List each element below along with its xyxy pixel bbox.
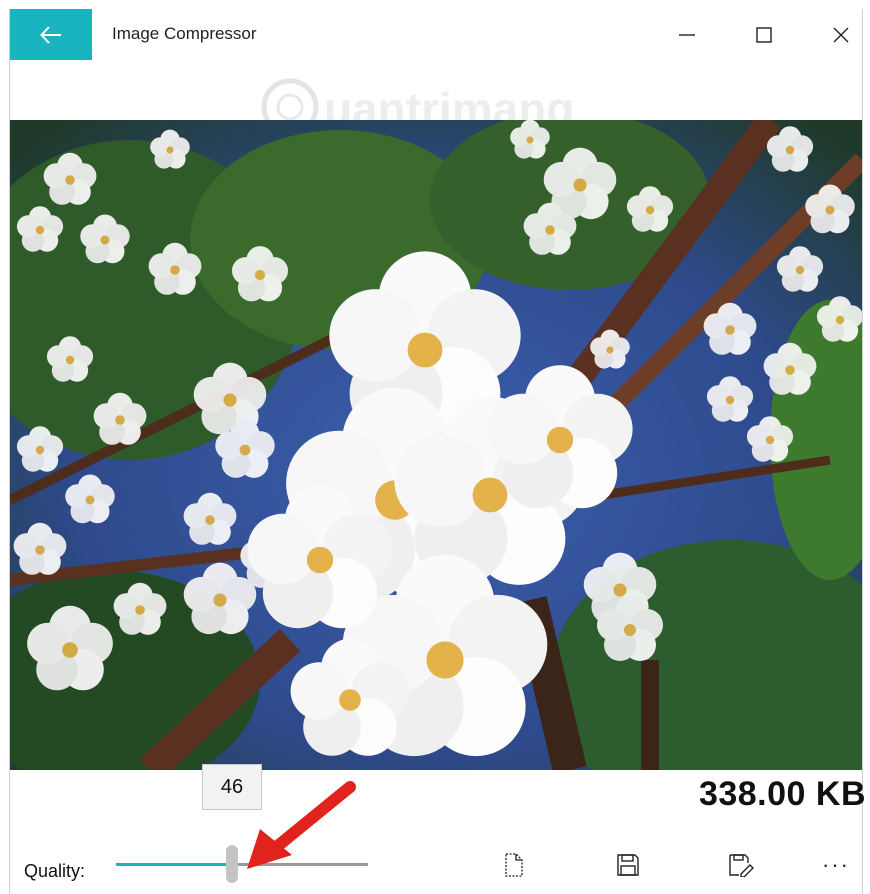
save-icon [617,854,639,876]
preview-image [10,120,862,770]
save-as-icon [729,854,754,877]
save-button[interactable] [608,845,648,885]
annotation-arrow-icon [247,781,356,869]
more-options-button[interactable]: ··· [816,845,856,885]
new-file-button[interactable] [494,845,534,885]
arrow-left-icon [40,25,61,44]
minimize-icon [679,33,695,36]
close-icon [833,27,849,42]
title-bar: Image Compressor [10,9,862,60]
compressed-size-label: 338.00 KB [698,775,866,813]
minimize-button[interactable] [655,9,719,60]
quality-slider-thumb[interactable] [225,845,238,883]
app-title: Image Compressor [112,24,257,43]
close-button[interactable] [809,9,870,60]
maximize-icon [756,26,772,43]
quality-slider-fill [116,863,232,866]
app-window: Image Compressor uantrimang 46 338.00 KB… [9,9,866,894]
maximize-button[interactable] [732,9,796,60]
more-options-icon: ··· [822,852,850,877]
back-button[interactable] [10,9,92,60]
save-as-button[interactable] [721,845,761,885]
quality-label: Quality: [24,861,86,881]
new-file-icon [505,853,523,877]
